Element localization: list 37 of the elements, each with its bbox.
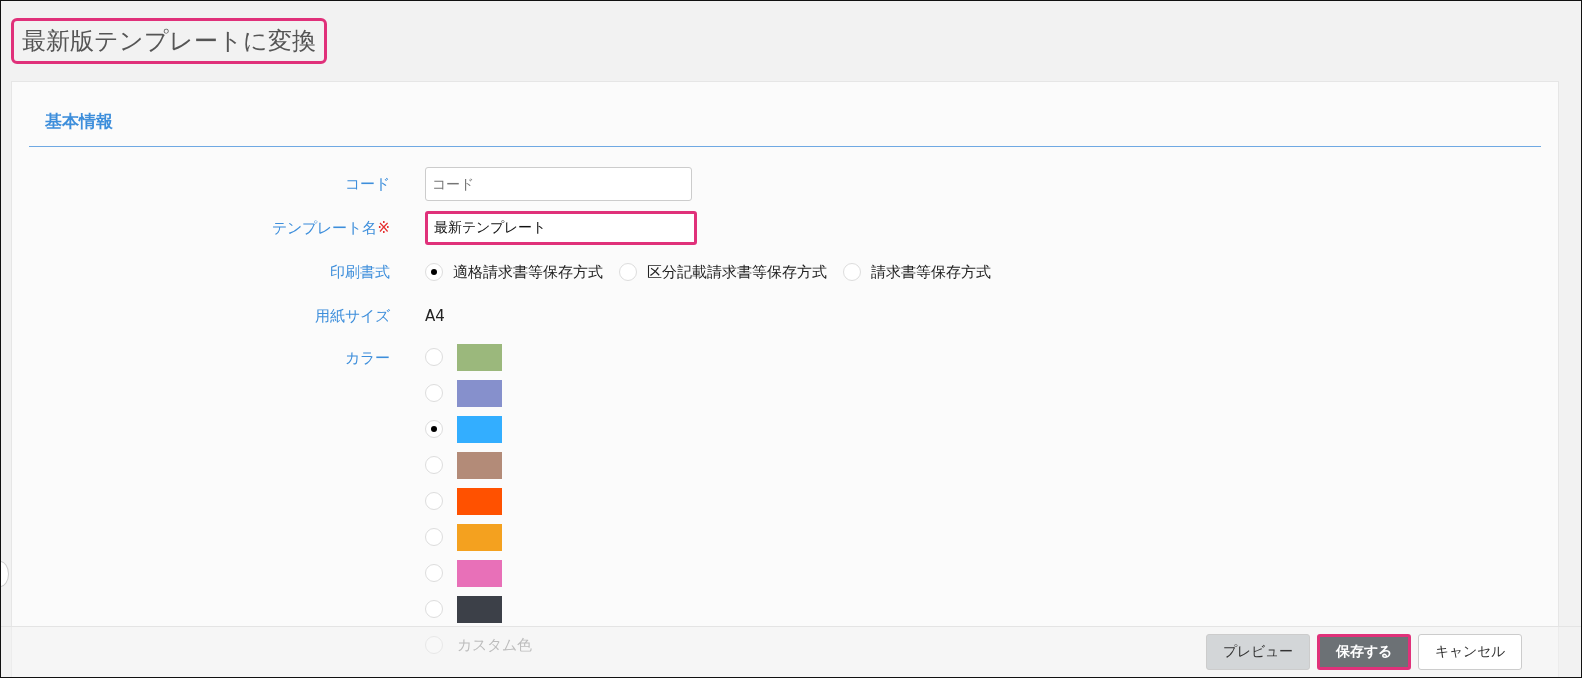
page-title: 最新版テンプレートに変換 xyxy=(11,18,327,64)
color-swatch[interactable] xyxy=(457,451,502,479)
cancel-button[interactable]: キャンセル xyxy=(1418,634,1522,670)
option-label: 適格請求書等保存方式 xyxy=(453,262,603,282)
color-swatch[interactable] xyxy=(457,595,502,623)
color-swatch[interactable] xyxy=(457,415,502,443)
save-button[interactable]: 保存する xyxy=(1317,634,1411,670)
radio-button[interactable] xyxy=(425,348,443,366)
option-label: 請求書等保存方式 xyxy=(871,262,991,282)
field-label: 用紙サイズ xyxy=(315,306,390,325)
radio-button[interactable] xyxy=(425,263,443,281)
radio-button[interactable] xyxy=(619,263,637,281)
radio-button[interactable] xyxy=(425,384,443,402)
radio-button[interactable] xyxy=(425,492,443,510)
color-swatch[interactable] xyxy=(457,559,502,587)
field-label: 印刷書式 xyxy=(330,262,390,281)
field-value: A4 xyxy=(425,307,445,325)
color-swatch[interactable] xyxy=(457,343,502,371)
text-field[interactable]: コード xyxy=(425,167,692,201)
radio-button[interactable] xyxy=(425,420,443,438)
required-mark: ※ xyxy=(377,218,390,237)
field-label: コード xyxy=(345,174,390,193)
field-label: カラー xyxy=(345,349,390,367)
field-label: テンプレート名 xyxy=(272,218,378,237)
radio-button[interactable] xyxy=(425,600,443,618)
option-label: 区分記載請求書等保存方式 xyxy=(647,262,827,282)
color-swatch[interactable] xyxy=(457,379,502,407)
color-swatch[interactable] xyxy=(457,523,502,551)
radio-button[interactable] xyxy=(843,263,861,281)
radio-button[interactable] xyxy=(425,456,443,474)
radio-button[interactable] xyxy=(425,564,443,582)
color-swatch[interactable] xyxy=(457,487,502,515)
radio-button[interactable] xyxy=(425,528,443,546)
section-heading: 基本情報 xyxy=(29,82,1541,147)
option-label: カスタム色 xyxy=(457,635,532,655)
preview-button[interactable]: プレビュー xyxy=(1206,634,1310,670)
text-field[interactable]: 最新テンプレート xyxy=(425,211,697,245)
